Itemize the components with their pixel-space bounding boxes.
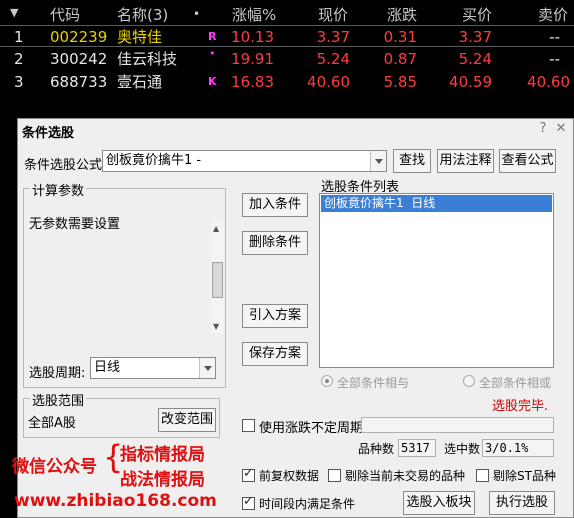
row-index: 2 <box>14 50 24 68</box>
exclude-untraded-label: 剔除当前未交易的品种 <box>345 469 466 483</box>
list-item[interactable]: 创板竟价擒牛1 日线 <box>321 195 552 212</box>
row-ask: 40.60 <box>527 73 570 91</box>
row-change: 0.31 <box>383 28 417 46</box>
change-range-button[interactable]: 改变范围 <box>158 408 216 432</box>
row-price: 5.24 <box>316 50 350 68</box>
scrollbar-thumb[interactable] <box>212 262 223 298</box>
row-price: 3.37 <box>316 28 350 46</box>
formula-select[interactable]: 创板竟价擒牛1 - <box>102 150 387 172</box>
row-name: 壹石通 <box>117 73 163 91</box>
time-range-checkbox[interactable] <box>242 494 255 510</box>
condition-list[interactable]: 创板竟价擒牛1 日线 <box>319 193 554 368</box>
status-text: 选股完毕. <box>492 399 549 414</box>
row-index: 1 <box>14 28 24 46</box>
radio-or[interactable] <box>463 375 475 387</box>
params-text: 无参数需要设置 <box>29 217 121 232</box>
scroll-down-icon[interactable]: ▼ <box>213 322 219 331</box>
radio-and[interactable] <box>321 375 333 387</box>
scroll-up-icon[interactable]: ▲ <box>213 224 219 233</box>
watermark-wechat-label: 微信公众号 <box>12 457 97 477</box>
dialog-titlebar[interactable]: 条件选股 ? ✕ <box>18 119 573 141</box>
row-code: 002239 <box>50 28 108 46</box>
dialog-title: 条件选股 <box>22 126 75 141</box>
save-to-block-button[interactable]: 选股入板块 <box>403 491 475 515</box>
period-select[interactable]: 日线 <box>90 357 216 379</box>
params-group-title: 计算参数 <box>30 180 87 199</box>
import-plan-button[interactable]: 引入方案 <box>242 304 308 328</box>
range-group-title: 选股范围 <box>30 390 87 409</box>
watermark-line1: 指标情报局 <box>120 445 205 465</box>
header-price[interactable]: 现价 <box>318 4 348 25</box>
row-bid: 3.37 <box>458 28 492 46</box>
row-ask: -- <box>549 50 560 68</box>
radio-and-label: 全部条件相与 <box>337 376 410 390</box>
row-code: 300242 <box>50 50 108 68</box>
params-scrollbar[interactable]: ▲ ▼ <box>211 222 224 334</box>
row-price: 40.60 <box>307 73 350 91</box>
usage-notes-button[interactable]: 用法注释 <box>437 149 494 173</box>
header-change[interactable]: 涨跌 <box>387 4 417 25</box>
exclude-st-checkbox[interactable] <box>476 469 489 482</box>
radio-or-label: 全部条件相或 <box>479 376 552 390</box>
period-value: 日线 <box>94 360 121 375</box>
add-condition-button[interactable]: 加入条件 <box>242 193 308 217</box>
close-icon[interactable]: ✕ <box>553 121 569 137</box>
header-bid[interactable]: 买价 <box>462 4 492 25</box>
sort-arrow-icon[interactable]: ▼ <box>10 6 18 19</box>
header-change-pct[interactable]: 涨幅% <box>232 4 276 25</box>
row-flag: • <box>209 47 216 60</box>
rights-adjusted-checkbox[interactable] <box>242 466 255 482</box>
view-formula-button[interactable]: 查看公式 <box>499 149 556 173</box>
header-dot: • <box>193 7 201 21</box>
find-button[interactable]: 查找 <box>393 149 431 173</box>
row-change: 5.85 <box>383 73 417 91</box>
row-change-pct: 16.83 <box>231 73 274 91</box>
save-plan-button[interactable]: 保存方案 <box>242 342 308 366</box>
time-range-label: 时间段内满足条件 <box>259 497 356 511</box>
exclude-st-label: 剔除ST品种 <box>493 469 556 483</box>
exclude-untraded-checkbox[interactable] <box>328 469 341 482</box>
range-group: 选股范围 全部A股 改变范围 <box>23 390 220 438</box>
header-ask[interactable]: 卖价 <box>538 4 568 25</box>
row-change: 0.87 <box>383 50 417 68</box>
table-row[interactable]: 2 300242 佳云科技 • 19.91 5.24 0.87 5.24 -- <box>0 47 574 70</box>
watermark-line2: 战法情报局 <box>120 470 205 490</box>
row-name: 奥特佳 <box>117 28 163 46</box>
selected-label: 选中数 <box>444 442 481 456</box>
row-flag: K <box>208 75 217 88</box>
table-row[interactable]: 3 688733 壹石通 K 16.83 40.60 5.85 40.59 40… <box>0 71 574 93</box>
rights-adjusted-label: 前复权数据 <box>259 469 320 483</box>
header-code[interactable]: 代码 <box>50 4 80 25</box>
count-value: 5317 <box>398 439 436 457</box>
watermark-url: www.zhibiao168.com <box>14 491 217 511</box>
execute-selection-button[interactable]: 执行选股 <box>489 491 555 515</box>
chevron-down-icon[interactable] <box>370 151 386 171</box>
header-name[interactable]: 名称(3) <box>117 4 168 25</box>
row-ask: -- <box>549 28 560 46</box>
count-label: 品种数 <box>358 442 395 456</box>
params-group: 计算参数 无参数需要设置 ▲ ▼ 选股周期: 日线 <box>23 180 226 388</box>
row-change-pct: 10.13 <box>231 28 274 46</box>
table-row[interactable]: 1 002239 奥特佳 R 10.13 3.37 0.31 3.37 -- <box>0 25 574 47</box>
stock-quote-table: ▼ 代码 名称(3) • 涨幅% 现价 涨跌 买价 卖价 1 002239 奥特… <box>0 0 574 104</box>
delete-condition-button[interactable]: 删除条件 <box>242 231 308 255</box>
selected-value: 3/0.1% <box>482 439 554 457</box>
chevron-down-icon[interactable] <box>199 358 215 378</box>
row-bid: 40.59 <box>449 73 492 91</box>
range-value: 全部A股 <box>28 416 76 431</box>
formula-label: 条件选股公式 <box>24 158 103 173</box>
variable-period-checkbox[interactable] <box>242 419 255 432</box>
formula-value: 创板竟价擒牛1 - <box>106 153 202 168</box>
help-icon[interactable]: ? <box>535 121 551 137</box>
row-bid: 5.24 <box>458 50 492 68</box>
row-index: 3 <box>14 73 24 91</box>
condition-stock-selection-dialog: 条件选股 ? ✕ 条件选股公式 创板竟价擒牛1 - 查找 用法注释 查看公式 计… <box>17 118 574 518</box>
variable-period-label: 使用涨跌不定周期 <box>259 421 364 436</box>
row-change-pct: 19.91 <box>231 50 274 68</box>
row-code: 688733 <box>50 73 108 91</box>
period-label: 选股周期: <box>29 366 86 381</box>
row-name: 佳云科技 <box>117 50 178 68</box>
period-progress-bar <box>361 417 554 433</box>
